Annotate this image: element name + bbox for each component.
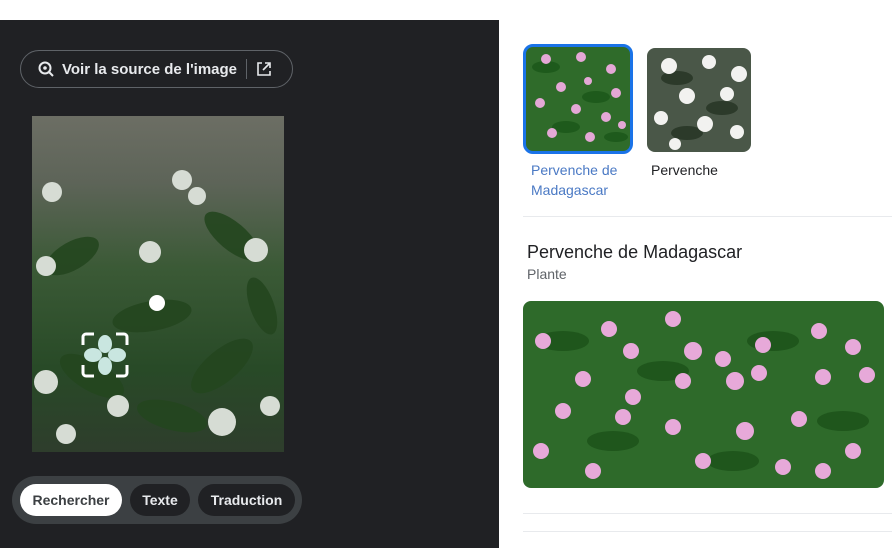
open-in-new-icon xyxy=(257,62,271,76)
result-thumbnail-pervenche[interactable] xyxy=(647,48,751,152)
entity-title[interactable]: Pervenche de Madagascar xyxy=(527,242,742,263)
visual-match-dot[interactable] xyxy=(149,295,165,311)
section-divider xyxy=(523,216,892,217)
tab-rechercher[interactable]: Rechercher xyxy=(20,484,122,516)
thumbnail-label-pervenche[interactable]: Pervenche xyxy=(651,160,718,180)
results-panel: Pervenche de Madagascar Pervenche Perven… xyxy=(499,20,892,548)
image-panel: Voir la source de l'image Rechercher Tex… xyxy=(0,20,499,548)
entity-image[interactable] xyxy=(523,301,884,488)
view-image-source-button[interactable]: Voir la source de l'image xyxy=(20,50,293,88)
mode-tabs: Rechercher Texte Traduction xyxy=(12,476,302,524)
result-thumbnail-pervenche-de-madagascar[interactable] xyxy=(523,44,633,154)
button-divider xyxy=(246,59,248,79)
entity-subtitle: Plante xyxy=(527,266,567,282)
lens-icon xyxy=(38,61,54,77)
tab-traduction[interactable]: Traduction xyxy=(198,484,295,516)
view-image-source-label: Voir la source de l'image xyxy=(62,60,238,78)
thumbnail-label-pervenche-de-madagascar[interactable]: Pervenche de Madagascar xyxy=(531,160,641,200)
top-bar xyxy=(0,0,892,20)
tab-texte[interactable]: Texte xyxy=(130,484,190,516)
section-divider xyxy=(523,531,892,532)
focus-target-icon[interactable] xyxy=(80,331,130,379)
query-image[interactable] xyxy=(32,116,284,452)
section-divider xyxy=(523,513,892,514)
